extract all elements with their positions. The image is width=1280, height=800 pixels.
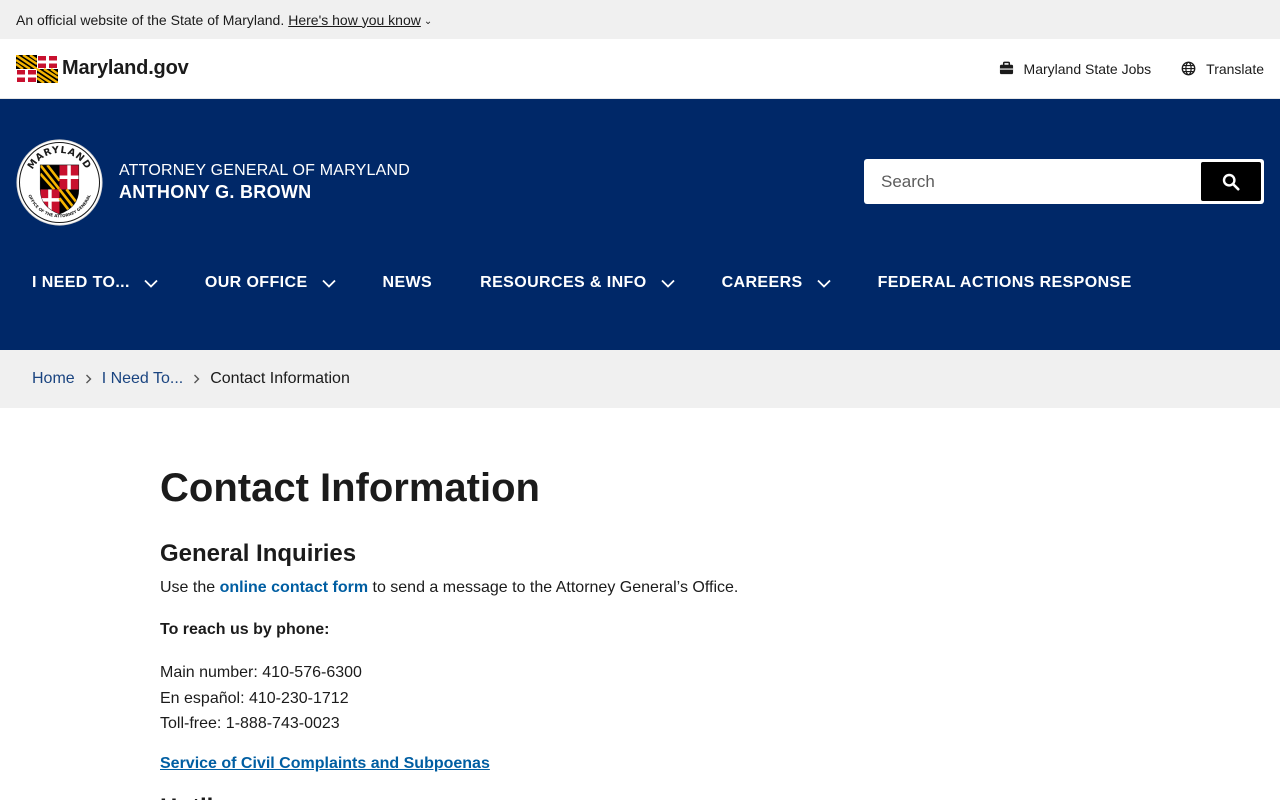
briefcase-icon [999, 61, 1013, 75]
translate-label: Translate [1206, 60, 1264, 77]
nav-item-label: OUR OFFICE [204, 274, 308, 291]
chevron-right-icon [194, 374, 200, 384]
main-navigation: I NEED TO... OUR OFFICE NEWS RESOURCES &… [16, 265, 1148, 301]
official-site-banner: An official website of the State of Mary… [0, 0, 1280, 39]
general-inquiries-heading: General Inquiries [160, 540, 357, 567]
agency-org-name: ATTORNEY GENERAL OF MARYLAND [119, 162, 410, 179]
chevron-down-icon [816, 279, 831, 288]
maryland-gov-logo-text: Maryland.gov [62, 57, 189, 79]
maryland-state-jobs-label: Maryland State Jobs [1023, 60, 1152, 77]
nav-item-resources-info[interactable]: RESOURCES & INFO [464, 265, 690, 301]
agency-header: MARYLAND OFFICE OF THE ATTORNEY GENERAL … [0, 99, 1280, 350]
breadcrumb-home-link[interactable]: Home [32, 370, 75, 388]
chevron-down-icon [660, 279, 675, 288]
search-input[interactable] [867, 162, 1201, 201]
search-icon [1222, 173, 1240, 190]
phone-heading: To reach us by phone: [160, 621, 330, 638]
top-utility-links: Maryland State Jobs Translate [999, 61, 1264, 77]
maryland-flag-icon [16, 54, 58, 83]
nav-item-federal-actions-response[interactable]: FEDERAL ACTIONS RESPONSE [862, 265, 1148, 301]
translate-link[interactable]: Translate [1181, 61, 1264, 77]
service-of-civil-complaints-link[interactable]: Service of Civil Complaints and Subpoena… [160, 752, 490, 776]
nav-item-our-office[interactable]: OUR OFFICE [189, 265, 352, 301]
heres-how-you-know-label: Here's how you know [288, 11, 421, 28]
maryland-gov-bar: Maryland.gov Maryland State Jobs Transla… [0, 39, 1280, 99]
chevron-down-icon [321, 279, 336, 288]
heres-how-you-know-link[interactable]: Here's how you know ⌄ [288, 12, 432, 28]
attorney-general-seal-logo[interactable]: MARYLAND OFFICE OF THE ATTORNEY GENERAL [16, 139, 103, 226]
maryland-state-jobs-link[interactable]: Maryland State Jobs [999, 60, 1152, 77]
chevron-down-icon: ⌄ [423, 15, 433, 27]
nav-item-i-need-to[interactable]: I NEED TO... [16, 265, 174, 301]
chevron-down-icon [144, 279, 158, 288]
breadcrumb-i-need-to-link[interactable]: I Need To... [102, 370, 184, 388]
general-text-before: Use the [160, 579, 220, 596]
phone-spanish-number: En español: 410-230-1712 [160, 689, 349, 707]
agency-title[interactable]: ATTORNEY GENERAL OF MARYLAND ANTHONY G. … [119, 161, 410, 203]
online-contact-form-link[interactable]: online contact form [220, 579, 368, 596]
official-site-text: An official website of the State of Mary… [16, 11, 285, 28]
maryland-gov-logo[interactable]: Maryland.gov [16, 54, 189, 83]
general-text-after: to send a message to the Attorney Genera… [368, 579, 739, 596]
phone-list: Main number: 410-576-6300 En español: 41… [160, 660, 1060, 737]
breadcrumb-current-page: Contact Information [210, 370, 350, 387]
phone-toll-free-number: Toll-free: 1-888-743-0023 [160, 715, 340, 732]
attorney-general-name: ANTHONY G. BROWN [119, 182, 312, 202]
nav-item-label: RESOURCES & INFO [480, 274, 647, 291]
breadcrumb: Home I Need To... Contact Information [0, 350, 1280, 408]
globe-icon [1181, 61, 1196, 76]
nav-item-label: FEDERAL ACTIONS RESPONSE [877, 274, 1132, 291]
general-inquiries-text: Use the online contact form to send a me… [160, 576, 1060, 600]
site-search [864, 159, 1264, 204]
nav-item-label: I NEED TO... [32, 274, 130, 291]
nav-item-news[interactable]: NEWS [367, 265, 449, 301]
nav-item-label: CAREERS [721, 274, 803, 291]
main-content: Contact Information General Inquiries Us… [160, 460, 1060, 800]
search-button[interactable] [1201, 162, 1261, 201]
chevron-right-icon [85, 374, 92, 384]
phone-main-number: Main number: 410-576-6300 [160, 664, 362, 681]
hotlines-heading: Hotlines [160, 792, 1060, 800]
page-title: Contact Information [160, 466, 540, 510]
nav-item-label: NEWS [382, 274, 433, 291]
nav-item-careers[interactable]: CAREERS [706, 265, 847, 301]
